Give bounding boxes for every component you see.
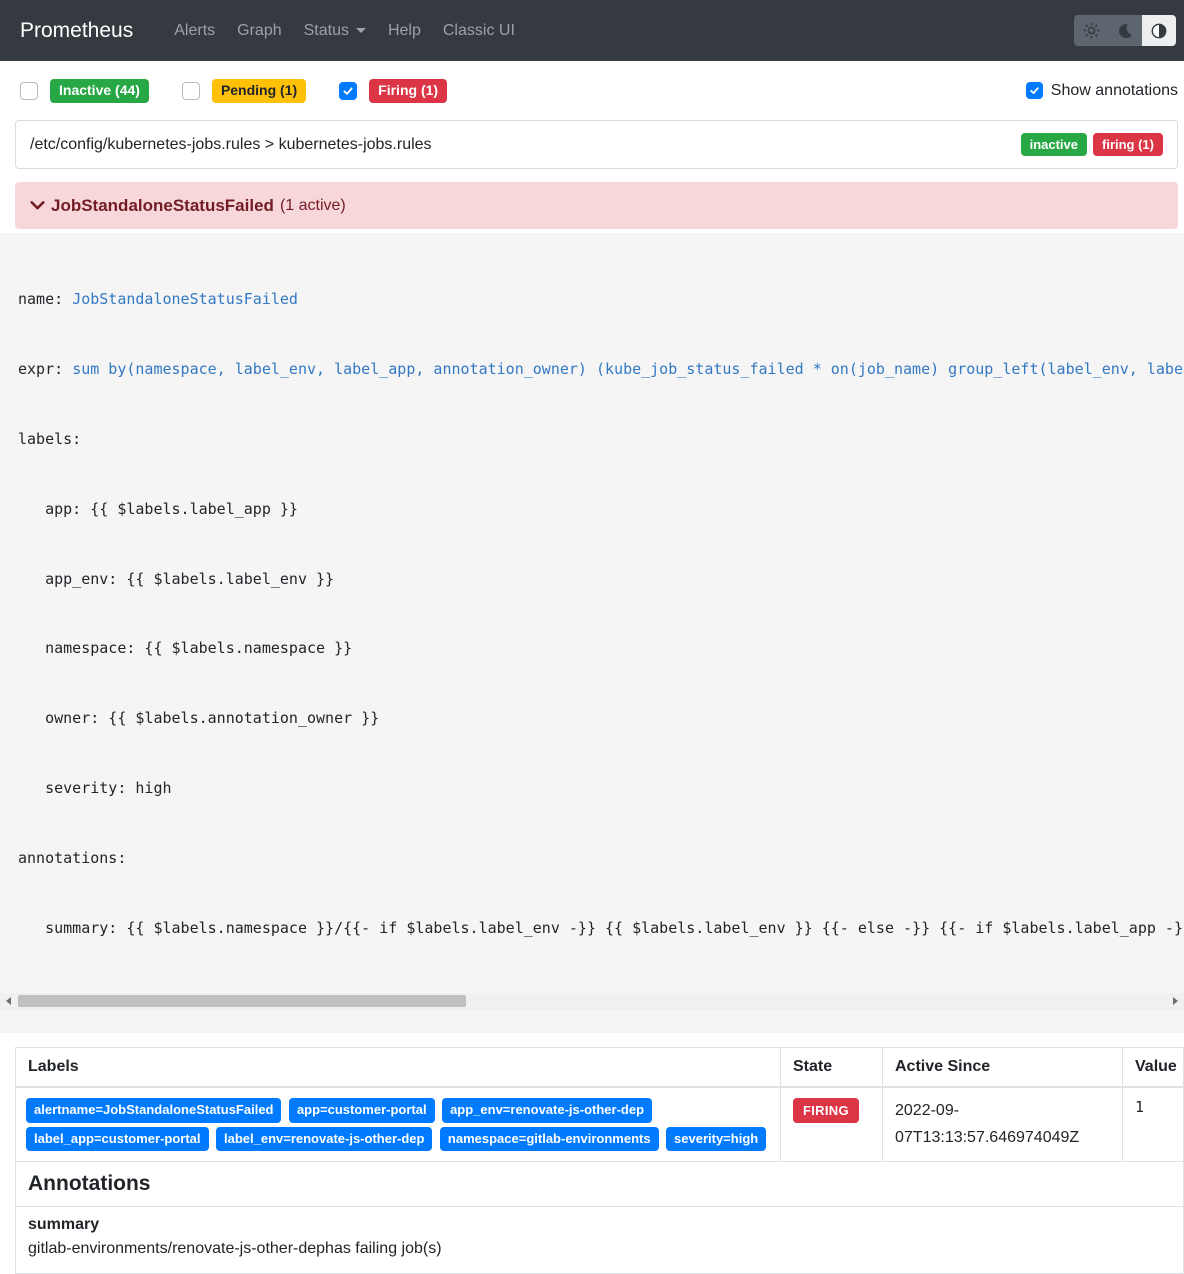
alert-collapse-button[interactable]: JobStandaloneStatusFailed (1 active) (15, 182, 1178, 229)
active-alerts-table: Labels State Active Since Value alertnam… (15, 1047, 1184, 1274)
navbar: Prometheus Alerts Graph Status Help Clas… (0, 0, 1184, 61)
firing-count-badge[interactable]: Firing (1) (369, 79, 447, 103)
alert-active-count: (1 active) (280, 197, 346, 215)
group-inactive-badge: inactive (1021, 133, 1087, 157)
theme-light-button[interactable] (1074, 15, 1108, 46)
scrollbar-thumb[interactable] (18, 995, 466, 1007)
rule-expr-link[interactable]: sum by(namespace, label_env, label_app, … (72, 360, 1184, 378)
brand-prometheus[interactable]: Prometheus (20, 19, 133, 43)
firing-checkbox[interactable] (339, 82, 357, 100)
scroll-right-arrow-icon[interactable] (1173, 997, 1178, 1005)
nav-item-classic-ui[interactable]: Classic UI (432, 22, 526, 40)
pending-count-badge[interactable]: Pending (1) (212, 79, 306, 103)
nav-item-help[interactable]: Help (377, 22, 432, 40)
label-badge-namespace: namespace=gitlab-environments (440, 1127, 659, 1152)
table-header-row: Labels State Active Since Value (16, 1048, 1184, 1088)
nav-item-status[interactable]: Status (293, 22, 377, 40)
annotations-title-row: Annotations (16, 1162, 1184, 1207)
chevron-down-icon (29, 197, 46, 214)
filter-inactive[interactable]: Inactive (44) (20, 79, 149, 103)
alert-rule-name: JobStandaloneStatusFailed (51, 196, 274, 216)
sun-icon (1083, 22, 1100, 39)
theme-toggle-group (1074, 15, 1176, 46)
circle-half-icon (1151, 23, 1167, 39)
annotation-value: gitlab-environments/renovate-js-other-de… (28, 1237, 1171, 1261)
active-since-cell: 2022-09-07T13:13:57.646974049Z (883, 1087, 1123, 1162)
state-cell: FIRING (781, 1087, 883, 1162)
label-badge-label-app: label_app=customer-portal (26, 1127, 209, 1152)
nav-item-alerts[interactable]: Alerts (163, 22, 226, 40)
label-badge-severity: severity=high (666, 1127, 766, 1152)
rule-name-link[interactable]: JobStandaloneStatusFailed (72, 290, 298, 308)
theme-dark-button[interactable] (1108, 15, 1142, 46)
rule-group-badges: inactive firing (1) (1021, 133, 1163, 157)
value-cell: 1 (1123, 1087, 1184, 1162)
group-firing-badge: firing (1) (1093, 133, 1163, 157)
code-line-label-app: app: {{ $labels.label_app }} (18, 498, 1184, 521)
inactive-checkbox[interactable] (20, 82, 38, 100)
label-badge-alertname: alertname=JobStandaloneStatusFailed (26, 1098, 281, 1123)
alert-filter-bar: Inactive (44) Pending (1) Firing (1) Sho… (0, 61, 1184, 103)
annotation-name: summary (28, 1216, 1171, 1234)
rule-definition-code: name: JobStandaloneStatusFailed expr: su… (0, 233, 1184, 1033)
label-badge-label-env: label_env=renovate-js-other-dep (216, 1127, 432, 1152)
show-annotations-label: Show annotations (1051, 82, 1178, 100)
code-line-label-owner: owner: {{ $labels.annotation_owner }} (18, 707, 1184, 730)
nav-item-graph[interactable]: Graph (226, 22, 292, 40)
code-line-label-app-env: app_env: {{ $labels.label_env }} (18, 568, 1184, 591)
horizontal-scrollbar[interactable] (0, 993, 1184, 1010)
code-line-annotations: annotations: (18, 847, 1184, 870)
column-header-labels: Labels (16, 1048, 781, 1088)
annotation-cell: summary gitlab-environments/renovate-js-… (16, 1207, 1184, 1274)
label-badge-app-env: app_env=renovate-js-other-dep (442, 1098, 652, 1123)
code-line-label-namespace: namespace: {{ $labels.namespace }} (18, 637, 1184, 660)
show-annotations-toggle[interactable]: Show annotations (1026, 82, 1178, 100)
labels-cell: alertname=JobStandaloneStatusFailed app=… (16, 1087, 781, 1162)
column-header-state: State (781, 1048, 883, 1088)
alert-instance-row: alertname=JobStandaloneStatusFailed app=… (16, 1087, 1184, 1162)
column-header-active-since: Active Since (883, 1048, 1123, 1088)
nav-item-status-label: Status (304, 22, 349, 40)
code-line-name: name: JobStandaloneStatusFailed (18, 288, 1184, 311)
yaml-key: expr: (18, 360, 72, 378)
code-line-summary-template: summary: {{ $labels.namespace }}/{{- if … (18, 917, 1184, 940)
chevron-down-icon (356, 28, 366, 33)
inactive-count-badge[interactable]: Inactive (44) (50, 79, 149, 103)
firing-state-badge: FIRING (793, 1098, 859, 1123)
code-line-expr: expr: sum by(namespace, label_env, label… (18, 358, 1184, 381)
yaml-key: name: (18, 290, 72, 308)
code-line-label-severity: severity: high (18, 777, 1184, 800)
theme-auto-button[interactable] (1142, 15, 1176, 46)
annotations-title-cell: Annotations (16, 1162, 1184, 1207)
annotation-row: summary gitlab-environments/renovate-js-… (16, 1207, 1184, 1274)
label-badge-app: app=customer-portal (289, 1098, 435, 1123)
scroll-left-arrow-icon[interactable] (6, 997, 11, 1005)
column-header-value: Value (1123, 1048, 1184, 1088)
rule-group-card: /etc/config/kubernetes-jobs.rules > kube… (15, 120, 1178, 170)
code-line-labels: labels: (18, 428, 1184, 451)
moon-icon (1117, 23, 1133, 39)
pending-checkbox[interactable] (182, 82, 200, 100)
filter-pending[interactable]: Pending (1) (182, 79, 306, 103)
rule-group-title: /etc/config/kubernetes-jobs.rules > kube… (30, 136, 432, 154)
filter-firing[interactable]: Firing (1) (339, 79, 447, 103)
annotations-heading: Annotations (28, 1172, 150, 1195)
show-annotations-checkbox[interactable] (1026, 82, 1043, 99)
